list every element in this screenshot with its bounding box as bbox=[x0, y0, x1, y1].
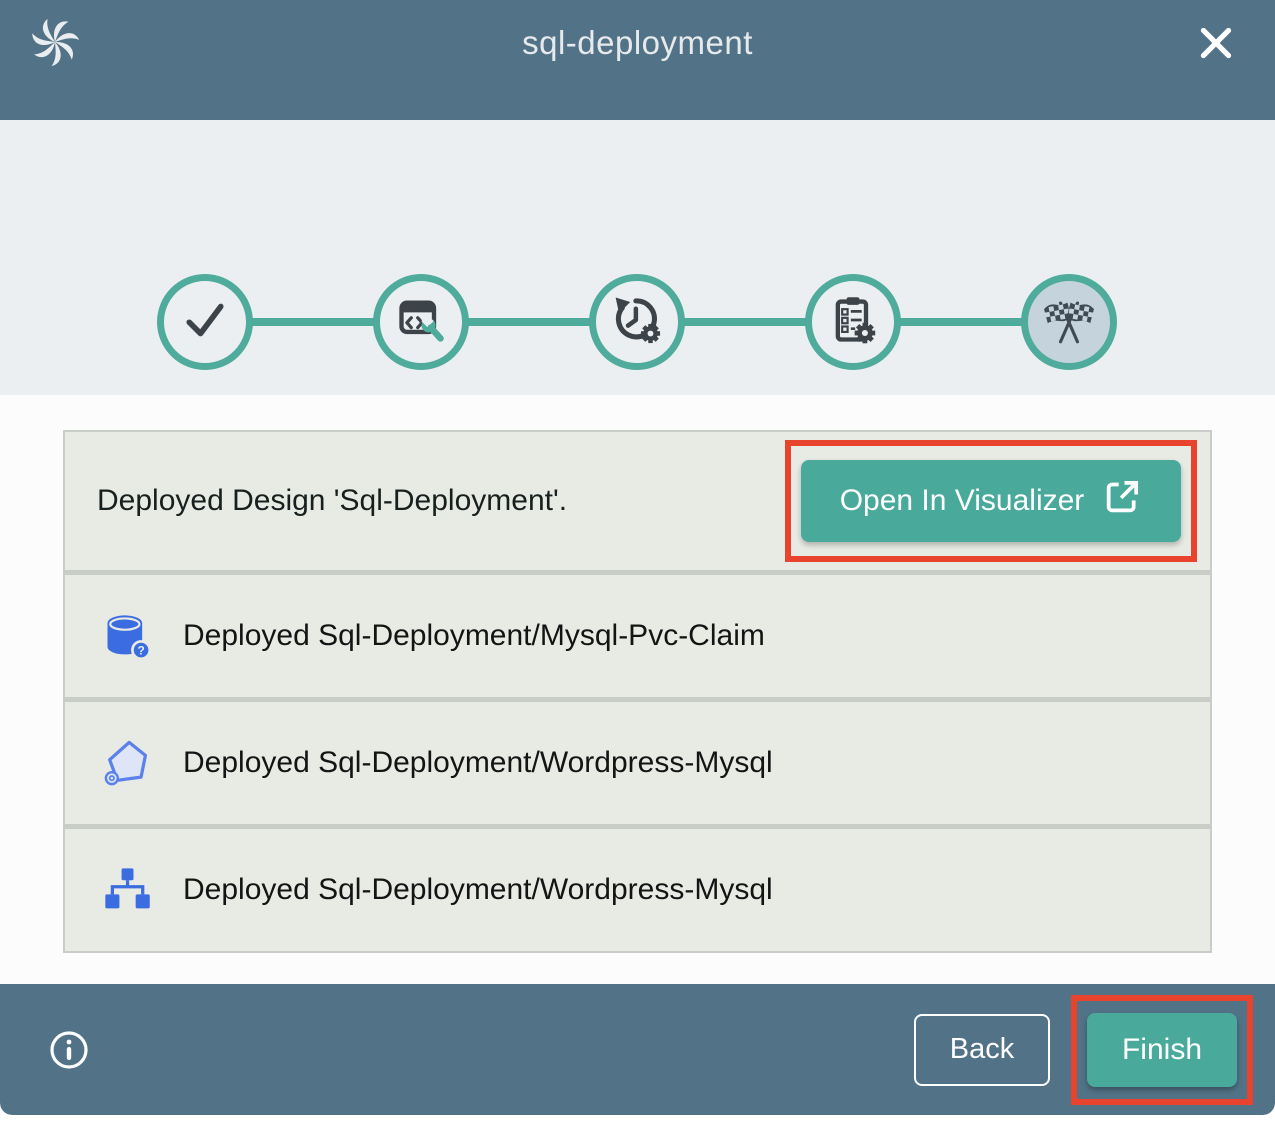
open-in-visualizer-button[interactable]: Open In Visualizer bbox=[801, 460, 1181, 542]
checkered-flags-icon bbox=[1040, 291, 1098, 354]
open-in-visualizer-label: Open In Visualizer bbox=[840, 484, 1085, 518]
deployment-wizard-dialog: sql-deployment Validate Design bbox=[0, 0, 1275, 1115]
step-circle-finalize bbox=[805, 274, 901, 370]
pentagon-badge-icon bbox=[101, 737, 153, 789]
step-circle-identify bbox=[373, 274, 469, 370]
highlight-box-visualizer: Open In Visualizer bbox=[785, 440, 1197, 562]
result-text: Deployed Sql-Deployment/Mysql-Pvc-Claim bbox=[183, 619, 765, 653]
clipboard-gear-icon bbox=[827, 294, 879, 351]
step-circle-finish bbox=[1021, 274, 1117, 370]
dialog-title: sql-deployment bbox=[522, 24, 753, 62]
results-panel: Deployed Design 'Sql-Deployment'. Open I… bbox=[0, 395, 1275, 984]
hierarchy-tree-icon bbox=[101, 864, 153, 916]
close-icon[interactable] bbox=[1193, 20, 1239, 66]
result-row-wordpress-mysql-1: Deployed Sql-Deployment/Wordpress-Mysql bbox=[65, 702, 1210, 824]
check-icon bbox=[178, 293, 232, 352]
summary-row: Deployed Design 'Sql-Deployment'. Open I… bbox=[65, 432, 1210, 570]
result-text: Deployed Sql-Deployment/Wordpress-Mysql bbox=[183, 746, 773, 780]
dialog-header: sql-deployment bbox=[0, 0, 1275, 120]
deployed-design-text: Deployed Design 'Sql-Deployment'. bbox=[97, 484, 785, 518]
deployment-results-list: Deployed Design 'Sql-Deployment'. Open I… bbox=[63, 430, 1212, 953]
code-setup-icon bbox=[395, 294, 447, 351]
result-row-wordpress-mysql-2: Deployed Sql-Deployment/Wordpress-Mysql bbox=[65, 829, 1210, 951]
highlight-box-finish: Finish bbox=[1071, 995, 1253, 1105]
step-circle-dry-run bbox=[589, 274, 685, 370]
history-gear-icon bbox=[610, 293, 664, 352]
result-text: Deployed Sql-Deployment/Wordpress-Mysql bbox=[183, 873, 773, 907]
dialog-footer: Back Finish bbox=[0, 984, 1275, 1115]
wizard-stepper: Validate Design bbox=[0, 120, 1275, 395]
finish-button[interactable]: Finish bbox=[1087, 1013, 1237, 1087]
open-in-new-icon bbox=[1102, 477, 1142, 525]
info-icon[interactable] bbox=[48, 1029, 90, 1071]
svg-text:?: ? bbox=[137, 643, 144, 657]
database-question-icon: ? bbox=[101, 610, 153, 662]
back-button[interactable]: Back bbox=[914, 1014, 1050, 1086]
step-circle-validate bbox=[157, 274, 253, 370]
meshery-logo bbox=[28, 15, 82, 69]
result-row-mysql-pvc-claim: ? Deployed Sql-Deployment/Mysql-Pvc-Clai… bbox=[65, 575, 1210, 697]
